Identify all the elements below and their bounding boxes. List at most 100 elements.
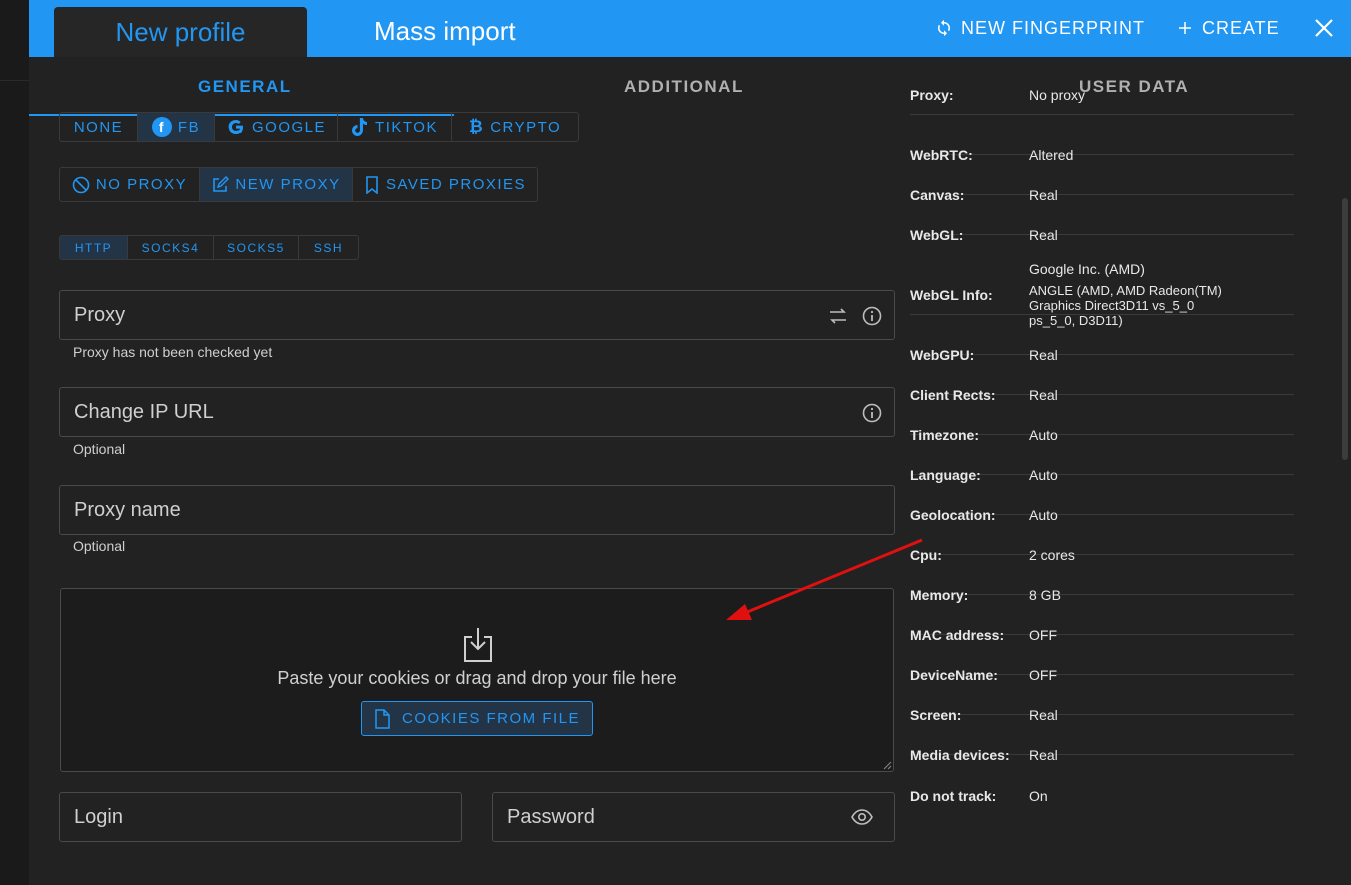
svg-text:f: f [159, 119, 165, 135]
social-button-group: NONE f FB GOOGLE TIKTOK ₿ CRYPTO [59, 112, 579, 142]
resize-handle-icon[interactable] [882, 760, 892, 770]
tab-additional[interactable]: ADDITIONAL [624, 77, 744, 97]
info-value: On [1029, 788, 1048, 804]
saved-proxies-label: SAVED PROXIES [385, 176, 527, 193]
info-row-webrtc: WebRTC: Altered [910, 115, 1294, 163]
tab-mass-import-label: Mass import [374, 15, 516, 46]
info-row-client-rects: Client Rects: Real [910, 355, 1294, 403]
info-key: WebGL Info: [910, 287, 993, 303]
profile-dialog: New profile Mass import NEW FINGERPRINT … [29, 0, 1351, 885]
password-input[interactable]: Password [492, 792, 895, 842]
proxy-name-placeholder: Proxy name [74, 499, 181, 521]
create-button[interactable]: CREATE [1176, 16, 1280, 40]
protocol-ssh-button[interactable]: SSH [299, 236, 358, 259]
info-row-language: Language: Auto [910, 435, 1294, 483]
info-key: Do not track: [910, 788, 997, 804]
info-row-do-not-track: Do not track: On [910, 755, 1294, 804]
proxy-hint: Proxy has not been checked yet [73, 344, 273, 360]
tab-new-profile[interactable]: New profile [54, 7, 307, 57]
login-input[interactable]: Login [59, 792, 462, 842]
new-proxy-label: NEW PROXY [235, 176, 341, 193]
google-icon [228, 120, 243, 134]
edit-icon [213, 175, 230, 192]
password-placeholder: Password [507, 806, 595, 828]
social-none-button[interactable]: NONE [60, 113, 138, 141]
proxy-name-hint: Optional [73, 538, 126, 554]
info-key: Proxy: [910, 87, 954, 103]
create-label: CREATE [1202, 17, 1280, 38]
cookies-from-file-label: COOKIES FROM FILE [401, 710, 581, 727]
social-google-button[interactable]: GOOGLE [215, 113, 338, 141]
new-proxy-button[interactable]: NEW PROXY [200, 168, 353, 201]
info-row-media-devices: Media devices: Real [910, 715, 1294, 763]
info-value: Google Inc. (AMD) [1029, 261, 1145, 277]
proxy-placeholder: Proxy [74, 304, 126, 326]
tiktok-icon [352, 118, 368, 136]
cookies-textarea[interactable]: Paste your cookies or drag and drop your… [60, 588, 894, 772]
info-row-memory: Memory: 8 GB [910, 555, 1294, 603]
protocol-socks4-button[interactable]: SOCKS4 [128, 236, 214, 259]
change-ip-hint: Optional [73, 441, 126, 457]
info-row-cpu: Cpu: 2 cores [910, 515, 1294, 563]
proxy-name-input[interactable]: Proxy name [59, 485, 895, 535]
info-value: No proxy [1029, 87, 1086, 103]
info-row-screen: Screen: Real [910, 675, 1294, 723]
tab-new-profile-label: New profile [115, 16, 246, 47]
new-fingerprint-label: NEW FINGERPRINT [961, 17, 1145, 38]
file-icon [375, 708, 390, 729]
scrollbar-thumb[interactable] [1342, 198, 1348, 460]
protocol-socks5-button[interactable]: SOCKS5 [214, 236, 299, 259]
protocol-group: HTTP SOCKS4 SOCKS5 SSH [59, 235, 359, 260]
background-app [0, 0, 30, 885]
close-icon[interactable] [1312, 16, 1336, 40]
bookmark-icon [366, 175, 378, 194]
info-icon[interactable] [861, 305, 883, 327]
social-crypto-button[interactable]: ₿ CRYPTO [452, 113, 578, 141]
block-icon [72, 176, 90, 193]
protocol-socks5-label: SOCKS5 [227, 240, 285, 255]
new-fingerprint-button[interactable]: NEW FINGERPRINT [935, 16, 1145, 40]
no-proxy-label: NO PROXY [95, 176, 188, 193]
saved-proxies-button[interactable]: SAVED PROXIES [353, 168, 537, 201]
social-tiktok-button[interactable]: TIKTOK [338, 113, 452, 141]
social-fb-button[interactable]: f FB [138, 113, 215, 141]
info-row-device-name: DeviceName: OFF [910, 635, 1294, 683]
protocol-socks4-label: SOCKS4 [141, 240, 200, 255]
facebook-icon: f [151, 117, 172, 137]
login-placeholder: Login [74, 806, 123, 828]
protocol-http-label: HTTP [74, 240, 113, 255]
eye-icon[interactable] [851, 808, 873, 826]
info-row-webgpu: WebGPU: Real [910, 315, 1294, 363]
protocol-ssh-label: SSH [313, 240, 344, 255]
info-row-canvas: Canvas: Real [910, 155, 1294, 203]
change-ip-placeholder: Change IP URL [74, 401, 214, 423]
info-row-webgl-info: WebGL Info: Google Inc. (AMD) ANGLE (AMD… [910, 235, 1294, 328]
background-divider [0, 80, 30, 81]
tab-mass-import[interactable]: Mass import [374, 14, 516, 48]
no-proxy-button[interactable]: NO PROXY [60, 168, 200, 201]
proxy-mode-group: NO PROXY NEW PROXY SAVED PROXIES [59, 167, 538, 202]
bitcoin-icon: ₿ [468, 117, 485, 136]
social-google-label: GOOGLE [251, 118, 327, 136]
info-icon[interactable] [861, 402, 883, 424]
protocol-http-button[interactable]: HTTP [60, 236, 128, 259]
social-fb-label: FB [177, 118, 201, 136]
social-none-label: NONE [73, 118, 124, 136]
change-ip-url-input[interactable]: Change IP URL [59, 387, 895, 437]
info-row-geolocation: Geolocation: Auto [910, 475, 1294, 523]
dialog-header: New profile Mass import NEW FINGERPRINT … [29, 0, 1351, 57]
tab-general[interactable]: GENERAL [198, 77, 292, 97]
cookies-from-file-button[interactable]: COOKIES FROM FILE [361, 701, 593, 736]
info-row-timezone: Timezone: Auto [910, 395, 1294, 443]
info-row-mac-address: MAC address: OFF [910, 595, 1294, 643]
social-tiktok-label: TIKTOK [375, 118, 438, 136]
cookies-drop-text: Paste your cookies or drag and drop your… [277, 668, 677, 688]
download-icon [464, 628, 492, 662]
swap-icon[interactable] [827, 305, 849, 327]
refresh-icon [938, 19, 950, 37]
social-crypto-label: CRYPTO [490, 118, 562, 136]
proxy-input[interactable]: Proxy [59, 290, 895, 340]
info-row-webgl: WebGL: Real [910, 195, 1294, 243]
plus-icon [1179, 22, 1191, 34]
info-row-proxy: Proxy: No proxy [910, 75, 1294, 115]
